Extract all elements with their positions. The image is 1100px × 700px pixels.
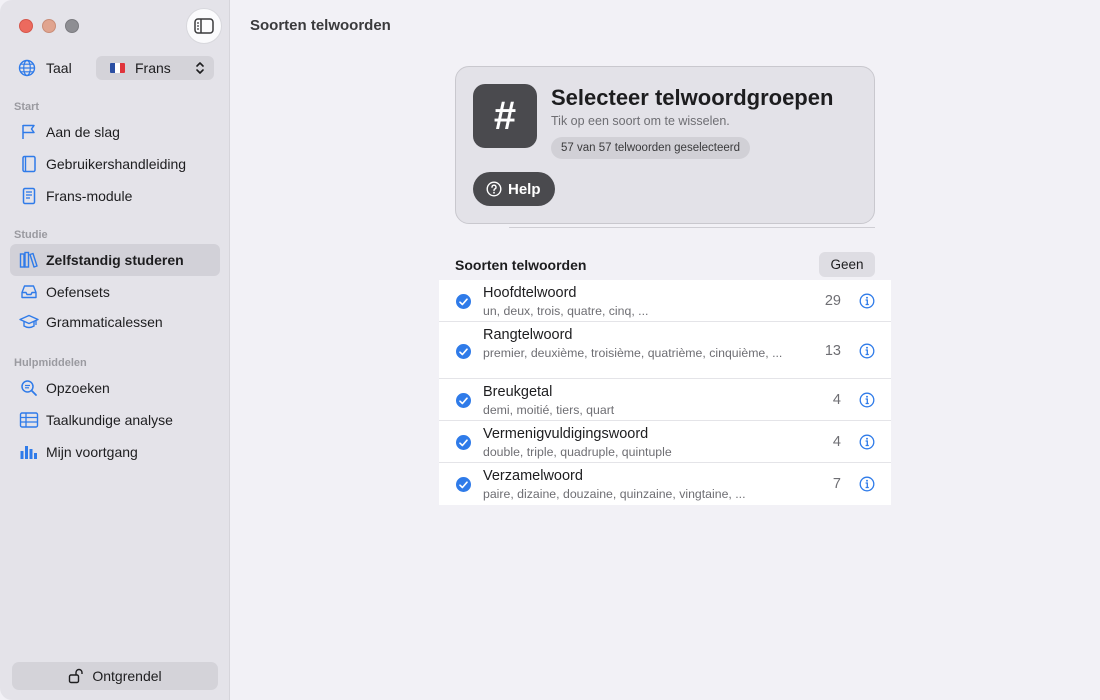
row-name: Verzamelwoord <box>483 468 583 484</box>
row-examples: demi, moitié, tiers, quart <box>483 403 615 417</box>
checkmark-icon[interactable] <box>456 435 471 450</box>
language-select-value: Frans <box>135 60 171 76</box>
help-button[interactable]: Help <box>473 172 555 206</box>
language-select[interactable]: Frans <box>96 56 214 80</box>
sidebar-item-aan-de-slag[interactable]: Aan de slag <box>10 116 220 148</box>
close-window-button[interactable] <box>19 19 33 33</box>
sidebar-item-frans-module[interactable]: Frans-module <box>10 180 220 212</box>
hero-card: # Selecteer telwoordgroepen Tik op een s… <box>455 66 875 224</box>
tray-icon <box>19 282 39 302</box>
list-item[interactable]: Verzamelwoord paire, dizaine, douzaine, … <box>439 463 891 505</box>
chevron-up-down-icon <box>196 62 204 74</box>
list-item[interactable]: Vermenigvuldigingswoord double, triple, … <box>439 421 891 463</box>
checkmark-icon[interactable] <box>456 393 471 408</box>
sidebar-item-label: Frans-module <box>46 188 133 204</box>
checkmark-icon[interactable] <box>456 344 471 359</box>
numeral-type-list: Hoofdtelwoord un, deux, trois, quatre, c… <box>439 280 891 505</box>
book-icon <box>19 154 39 174</box>
globe-icon <box>18 59 36 77</box>
help-label: Help <box>508 180 541 198</box>
divider <box>509 227 875 228</box>
unlock-button[interactable]: Ontgrendel <box>12 662 218 690</box>
page-title: Soorten telwoorden <box>250 17 391 34</box>
row-examples: un, deux, trois, quatre, cinq, ... <box>483 304 649 318</box>
graduation-cap-icon <box>19 312 39 332</box>
sidebar-item-oefensets[interactable]: Oefensets <box>10 276 220 308</box>
sidebar-item-taalkundige-analyse[interactable]: Taalkundige analyse <box>10 404 220 436</box>
list-item[interactable]: Rangtelwoord premier, deuxième, troisièm… <box>439 322 891 379</box>
bar-chart-icon <box>19 442 39 462</box>
language-row: Taal Frans <box>18 56 214 80</box>
language-label: Taal <box>46 60 72 76</box>
selection-count-badge: 57 van 57 telwoorden geselecteerd <box>551 137 751 159</box>
unlock-icon <box>68 668 84 684</box>
info-icon[interactable] <box>859 343 875 359</box>
row-count: 13 <box>824 343 841 359</box>
minimize-window-button[interactable] <box>42 19 56 33</box>
magnifier-icon <box>19 378 39 398</box>
sidebar-item-gebruikershandleiding[interactable]: Gebruikershandleiding <box>10 148 220 180</box>
sidebar-item-mijn-voortgang[interactable]: Mijn voortgang <box>10 436 220 468</box>
sidebar: Taal Frans Start Aan de slag Gebruikersh… <box>0 0 230 700</box>
section-title-hulpmiddelen: Hulpmiddelen <box>14 357 87 369</box>
sidebar-item-label: Taalkundige analyse <box>46 412 173 428</box>
row-examples: premier, deuxième, troisième, quatrième,… <box>483 346 783 360</box>
list-item[interactable]: Hoofdtelwoord un, deux, trois, quatre, c… <box>439 280 891 322</box>
section-title-studie: Studie <box>14 229 48 241</box>
main-content: Soorten telwoorden # Selecteer telwoordg… <box>231 0 1100 700</box>
row-examples: paire, dizaine, douzaine, quinzaine, vin… <box>483 487 746 501</box>
row-examples: double, triple, quadruple, quintuple <box>483 445 672 459</box>
sidebar-item-label: Zelfstandig studeren <box>46 252 184 268</box>
sidebar-item-label: Mijn voortgang <box>46 444 138 460</box>
flag-icon <box>19 122 39 142</box>
row-name: Rangtelwoord <box>483 327 573 343</box>
info-icon[interactable] <box>859 392 875 408</box>
sidebar-item-label: Grammaticalessen <box>46 314 163 330</box>
app-window: Taal Frans Start Aan de slag Gebruikersh… <box>0 0 1100 700</box>
row-name: Hoofdtelwoord <box>483 285 577 301</box>
sidebar-toggle-button[interactable] <box>186 8 222 44</box>
hero-subtitle: Tik op een soort om te wisselen. <box>551 114 730 128</box>
row-count: 7 <box>832 476 841 492</box>
info-icon[interactable] <box>859 293 875 309</box>
unlock-label: Ontgrendel <box>92 668 162 684</box>
sidebar-icon <box>194 18 214 34</box>
hero-title: Selecteer telwoordgroepen <box>551 85 834 110</box>
question-circle-icon <box>486 181 502 197</box>
sidebar-item-label: Gebruikershandleiding <box>46 156 187 172</box>
section-title-start: Start <box>14 101 40 113</box>
row-count: 29 <box>824 293 841 309</box>
france-flag-icon <box>110 63 125 73</box>
row-count: 4 <box>832 392 841 408</box>
table-icon <box>19 410 39 430</box>
document-icon <box>19 186 39 206</box>
books-icon <box>19 250 39 270</box>
window-controls <box>19 19 79 33</box>
checkmark-icon[interactable] <box>456 294 471 309</box>
sidebar-item-grammaticalessen[interactable]: Grammaticalessen <box>10 306 220 338</box>
sidebar-item-zelfstandig-studeren[interactable]: Zelfstandig studeren <box>10 244 220 276</box>
row-name: Vermenigvuldigingswoord <box>483 426 649 442</box>
sidebar-item-label: Opzoeken <box>46 380 110 396</box>
number-sign-icon: # <box>473 84 537 148</box>
zoom-window-button[interactable] <box>65 19 79 33</box>
row-count: 4 <box>832 434 841 450</box>
sidebar-item-label: Aan de slag <box>46 124 120 140</box>
sidebar-item-opzoeken[interactable]: Opzoeken <box>10 372 220 404</box>
select-none-button[interactable]: Geen <box>819 252 875 277</box>
list-item[interactable]: Breukgetal demi, moitié, tiers, quart 4 <box>439 379 891 421</box>
row-name: Breukgetal <box>483 384 553 400</box>
sidebar-item-label: Oefensets <box>46 284 110 300</box>
checkmark-icon[interactable] <box>456 477 471 492</box>
info-icon[interactable] <box>859 476 875 492</box>
list-title: Soorten telwoorden <box>455 257 587 273</box>
info-icon[interactable] <box>859 434 875 450</box>
